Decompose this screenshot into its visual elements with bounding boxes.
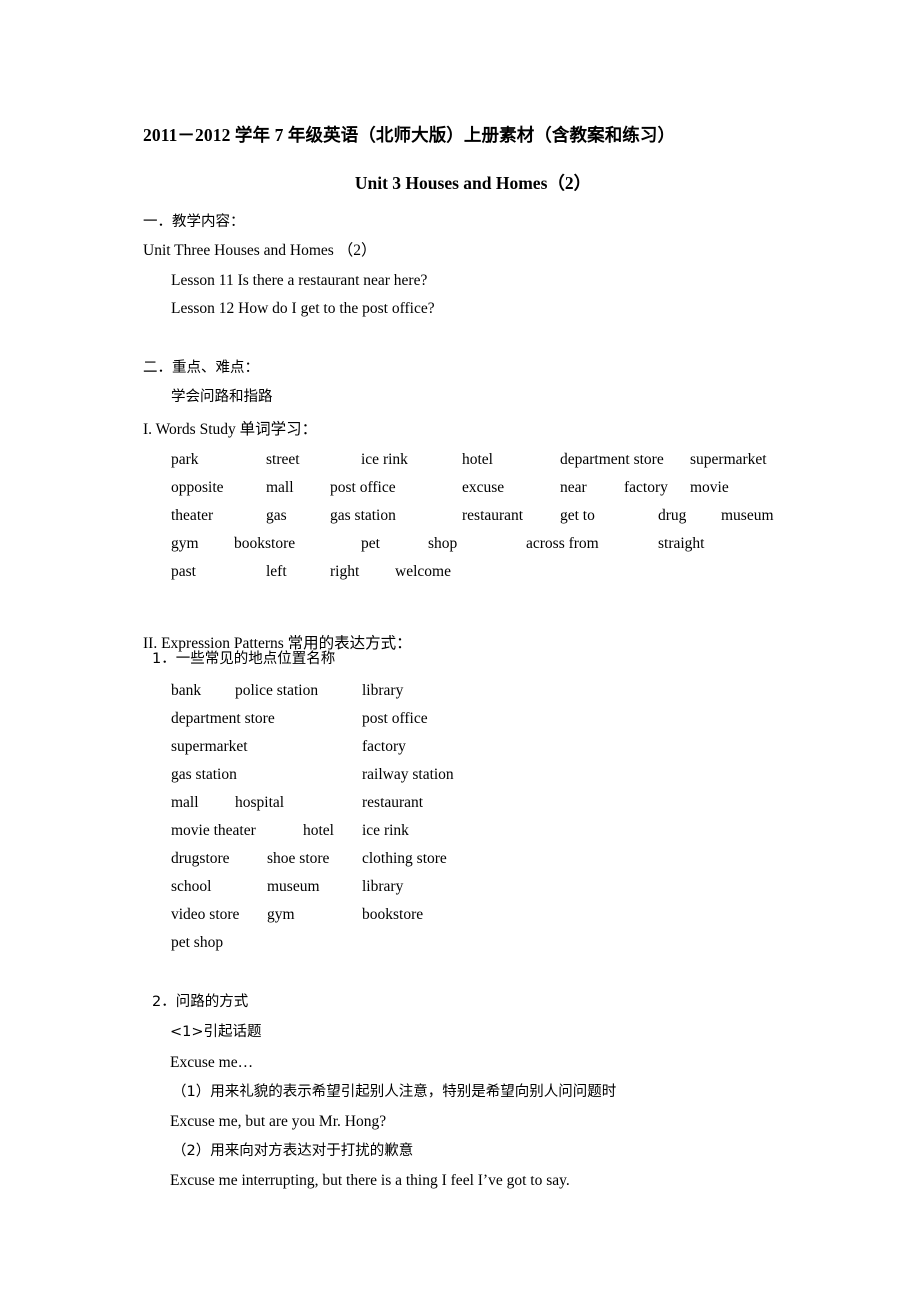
word-cell: shop (428, 535, 458, 552)
word-cell: mall (266, 479, 294, 496)
word-cell: past (171, 563, 196, 580)
word-cell: museum (721, 507, 774, 524)
words-row: park street ice rink hotel department st… (0, 450, 920, 478)
places-row: mall hospital restaurant (0, 793, 920, 821)
word-cell: excuse (462, 479, 505, 496)
words-row: past left right welcome (0, 562, 920, 590)
places-row: video store gym bookstore (0, 905, 920, 933)
place-cell: bookstore (362, 906, 424, 923)
word-cell: factory (624, 479, 668, 496)
word-cell: get to (560, 507, 595, 524)
place-cell: post office (362, 710, 428, 727)
place-cell: police station (235, 682, 319, 699)
place-cell: restaurant (362, 794, 424, 811)
words-study-heading: I. Words Study 单词学习： (143, 421, 318, 438)
place-cell: gym (267, 906, 295, 923)
word-cell: post office (330, 479, 396, 496)
word-cell: restaurant (462, 507, 524, 524)
place-cell: drugstore (171, 850, 230, 867)
word-cell: gas station (330, 507, 396, 524)
example-sentence-1: Excuse me, but are you Mr. Hong? (170, 1113, 387, 1130)
word-cell: opposite (171, 479, 224, 496)
excuse-me-phrase: Excuse me… (170, 1054, 254, 1071)
places-row: gas station railway station (0, 765, 920, 793)
word-cell: across from (526, 535, 599, 552)
place-cell: school (171, 878, 212, 895)
place-cell: bank (171, 682, 202, 699)
document-page: 2011－2012 学年 7 年级英语（北师大版）上册素材（含教案和练习） Un… (0, 0, 920, 1302)
section-one-heading: 一．教学内容： (143, 214, 245, 230)
section-two-heading: 二．重点、难点： (143, 360, 259, 376)
word-cell: theater (171, 507, 214, 524)
expression-item-1-label: 1．一些常见的地点位置名称 (152, 651, 336, 667)
word-cell: street (266, 451, 300, 468)
word-cell: ice rink (361, 451, 408, 468)
place-cell: library (362, 682, 404, 699)
place-cell: department store (171, 710, 275, 727)
word-cell: department store (560, 451, 664, 468)
place-cell: ice rink (362, 822, 409, 839)
section-two-subheading: 学会问路和指路 (171, 389, 273, 405)
expression-item-2-label: 2．问路的方式 (152, 994, 249, 1010)
place-cell: pet shop (171, 934, 224, 951)
place-cell: factory (362, 738, 406, 755)
places-row: school museum library (0, 877, 920, 905)
sub-item-1-label: <1>引起话题 (170, 1024, 262, 1040)
word-cell: near (560, 479, 587, 496)
word-cell: pet (361, 535, 380, 552)
word-cell: park (171, 451, 199, 468)
place-cell: movie theater (171, 822, 256, 839)
place-cell: hotel (303, 822, 334, 839)
document-title: 2011－2012 学年 7 年级英语（北师大版）上册素材（含教案和练习） (143, 125, 676, 145)
word-cell: hotel (462, 451, 493, 468)
word-cell: gym (171, 535, 199, 552)
usage-note-2: （2）用来向对方表达对于打扰的歉意 (172, 1143, 414, 1159)
word-cell: supermarket (690, 451, 767, 468)
place-cell: supermarket (171, 738, 248, 755)
usage-note-1: （1）用来礼貌的表示希望引起别人注意，特别是希望向别人问问题时 (172, 1084, 617, 1100)
places-row: bank police station library (0, 681, 920, 709)
example-sentence-2: Excuse me interrupting, but there is a t… (170, 1172, 570, 1189)
places-row: movie theater hotel ice rink (0, 821, 920, 849)
place-cell: mall (171, 794, 199, 811)
word-cell: bookstore (234, 535, 296, 552)
places-row: department store post office (0, 709, 920, 737)
words-row: opposite mall post office excuse near fa… (0, 478, 920, 506)
word-cell: straight (658, 535, 705, 552)
place-cell: clothing store (362, 850, 447, 867)
places-row: drugstore shoe store clothing store (0, 849, 920, 877)
place-cell: library (362, 878, 404, 895)
place-cell: hospital (235, 794, 285, 811)
place-cell: railway station (362, 766, 454, 783)
places-row: supermarket factory (0, 737, 920, 765)
words-row: gym bookstore pet shop across from strai… (0, 534, 920, 562)
places-row: pet shop (0, 933, 920, 961)
place-cell: gas station (171, 766, 237, 783)
place-cell: video store (171, 906, 240, 923)
unit-title: Unit 3 Houses and Homes（2） (354, 173, 592, 193)
word-cell: drug (658, 507, 687, 524)
words-row: theater gas gas station restaurant get t… (0, 506, 920, 534)
place-cell: museum (267, 878, 320, 895)
word-cell: gas (266, 507, 287, 524)
place-cell: shoe store (267, 850, 330, 867)
section-one-unit-line: Unit Three Houses and Homes （2） (143, 242, 377, 259)
word-cell: left (266, 563, 287, 580)
lesson-12-line: Lesson 12 How do I get to the post offic… (171, 300, 435, 317)
word-cell: welcome (395, 563, 451, 580)
lesson-11-line: Lesson 11 Is there a restaurant near her… (171, 272, 428, 289)
word-cell: right (330, 563, 360, 580)
word-cell: movie (690, 479, 729, 496)
